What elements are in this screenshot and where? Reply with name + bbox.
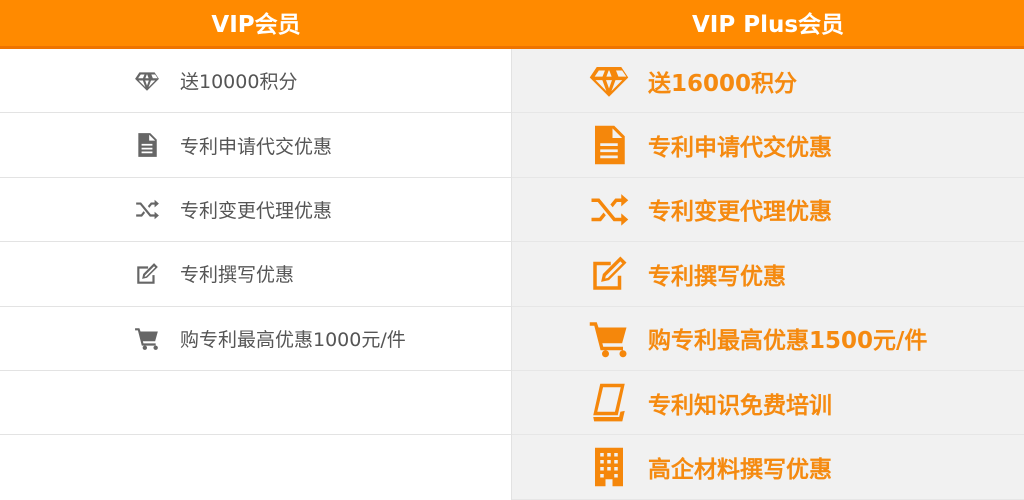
vip-row-label: 专利撰写优惠 <box>180 264 295 287</box>
vip-plus-row-purchase: 购专利最高优惠1500元/件 <box>512 307 1024 371</box>
vip-row-purchase: 购专利最高优惠1000元/件 <box>0 307 511 371</box>
document-icon <box>586 122 632 168</box>
vip-plus-row-label: 购专利最高优惠1500元/件 <box>648 328 928 355</box>
vip-plus-row-label: 送16000积分 <box>648 70 798 97</box>
vip-row-change: 专利变更代理优惠 <box>0 178 511 243</box>
diamond-icon <box>586 58 632 104</box>
vip-plus-column-title: VIP Plus会员 <box>691 11 845 38</box>
diamond-icon <box>134 68 160 94</box>
vip-plus-row-writing: 专利撰写优惠 <box>512 242 1024 307</box>
vip-row-empty <box>0 435 511 499</box>
vip-row-label: 送10000积分 <box>180 71 298 94</box>
vip-plus-row-label: 专利知识免费培训 <box>648 392 832 419</box>
membership-comparison-table: VIP会员 VIP Plus会员 送10000积分 专利申请代交优惠 专利变更代… <box>0 0 1024 500</box>
vip-plus-row-training: 专利知识免费培训 <box>512 371 1024 436</box>
cart-icon <box>134 325 160 351</box>
edit-icon <box>134 261 160 287</box>
vip-row-label: 购专利最高优惠1000元/件 <box>180 328 406 351</box>
shuffle-icon <box>586 186 632 232</box>
vip-row-points: 送10000积分 <box>0 49 511 114</box>
vip-row-label: 专利变更代理优惠 <box>180 199 333 222</box>
vip-plus-row-label: 高企材料撰写优惠 <box>648 457 832 484</box>
vip-column: 送10000积分 专利申请代交优惠 专利变更代理优惠 专利撰写优惠 购专利最高优… <box>0 49 512 500</box>
document-icon <box>134 132 160 158</box>
vip-row-application: 专利申请代交优惠 <box>0 113 511 178</box>
vip-row-label: 专利申请代交优惠 <box>180 135 333 158</box>
vip-plus-row-high-tech: 高企材料撰写优惠 <box>512 435 1024 500</box>
vip-row-empty <box>0 371 511 436</box>
vip-row-writing: 专利撰写优惠 <box>0 242 511 307</box>
vip-plus-row-change: 专利变更代理优惠 <box>512 178 1024 243</box>
edit-icon <box>586 251 632 297</box>
building-icon <box>586 444 632 490</box>
vip-plus-row-points: 送16000积分 <box>512 49 1024 114</box>
vip-plus-row-label: 专利变更代理优惠 <box>648 199 832 226</box>
book-icon <box>586 380 632 426</box>
vip-plus-row-label: 专利撰写优惠 <box>648 263 786 290</box>
vip-plus-row-label: 专利申请代交优惠 <box>648 135 832 162</box>
shuffle-icon <box>134 196 160 222</box>
table-header: VIP会员 VIP Plus会员 <box>0 0 1024 49</box>
vip-column-title: VIP会员 <box>211 11 301 38</box>
table-body: 送10000积分 专利申请代交优惠 专利变更代理优惠 专利撰写优惠 购专利最高优… <box>0 49 1024 500</box>
vip-plus-row-application: 专利申请代交优惠 <box>512 113 1024 178</box>
cart-icon <box>586 315 632 361</box>
vip-plus-column: 送16000积分 专利申请代交优惠 专利变更代理优惠 专利撰写优惠 购专利最高优… <box>512 49 1024 500</box>
